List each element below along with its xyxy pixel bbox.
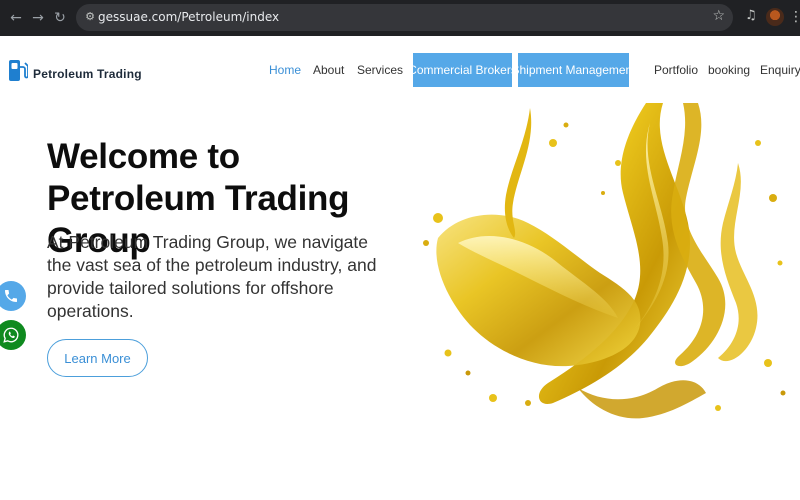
nav-services[interactable]: Services [357, 63, 403, 77]
phone-icon [5, 290, 17, 302]
nav-shipment-management[interactable]: Shipment Management [511, 53, 636, 87]
nav-enquiry[interactable]: Enquiry [760, 63, 800, 77]
golden-oil-splash [423, 103, 786, 419]
fuel-pump-icon [9, 60, 28, 81]
nav-booking[interactable]: booking [708, 63, 750, 77]
hero-description: At Petroleum Trading Group, we navigate … [47, 232, 377, 321]
nav-home[interactable]: Home [269, 63, 301, 77]
more-menu-icon[interactable]: ⋮ [789, 7, 800, 27]
whatsapp-icon [3, 327, 19, 343]
back-arrow-icon[interactable]: ← [4, 6, 28, 30]
nav-about[interactable]: About [313, 63, 344, 77]
browser-toolbar: ← → ↻ ⚙ gessuae.com/Petroleum/index ☆ ♫ … [0, 0, 800, 36]
forward-arrow-icon[interactable]: → [26, 6, 50, 30]
site-settings-icon[interactable]: ⚙ [82, 9, 98, 25]
profile-avatar[interactable] [766, 8, 784, 26]
nav-commercial-brokers[interactable]: Commercial Brokers [408, 53, 517, 87]
media-controls-icon[interactable]: ♫ [745, 8, 757, 23]
bookmark-star-icon[interactable]: ☆ [712, 8, 725, 24]
address-bar[interactable]: ⚙ gessuae.com/Petroleum/index ☆ [76, 4, 733, 31]
learn-more-button[interactable]: Learn More [47, 339, 148, 377]
reload-icon[interactable]: ↻ [48, 6, 72, 30]
nav-portfolio[interactable]: Portfolio [654, 63, 698, 77]
brand-name: Petroleum Trading [33, 67, 142, 81]
whatsapp-button[interactable] [0, 320, 26, 350]
url-text[interactable]: gessuae.com/Petroleum/index [98, 10, 279, 24]
phone-button[interactable] [0, 281, 26, 311]
